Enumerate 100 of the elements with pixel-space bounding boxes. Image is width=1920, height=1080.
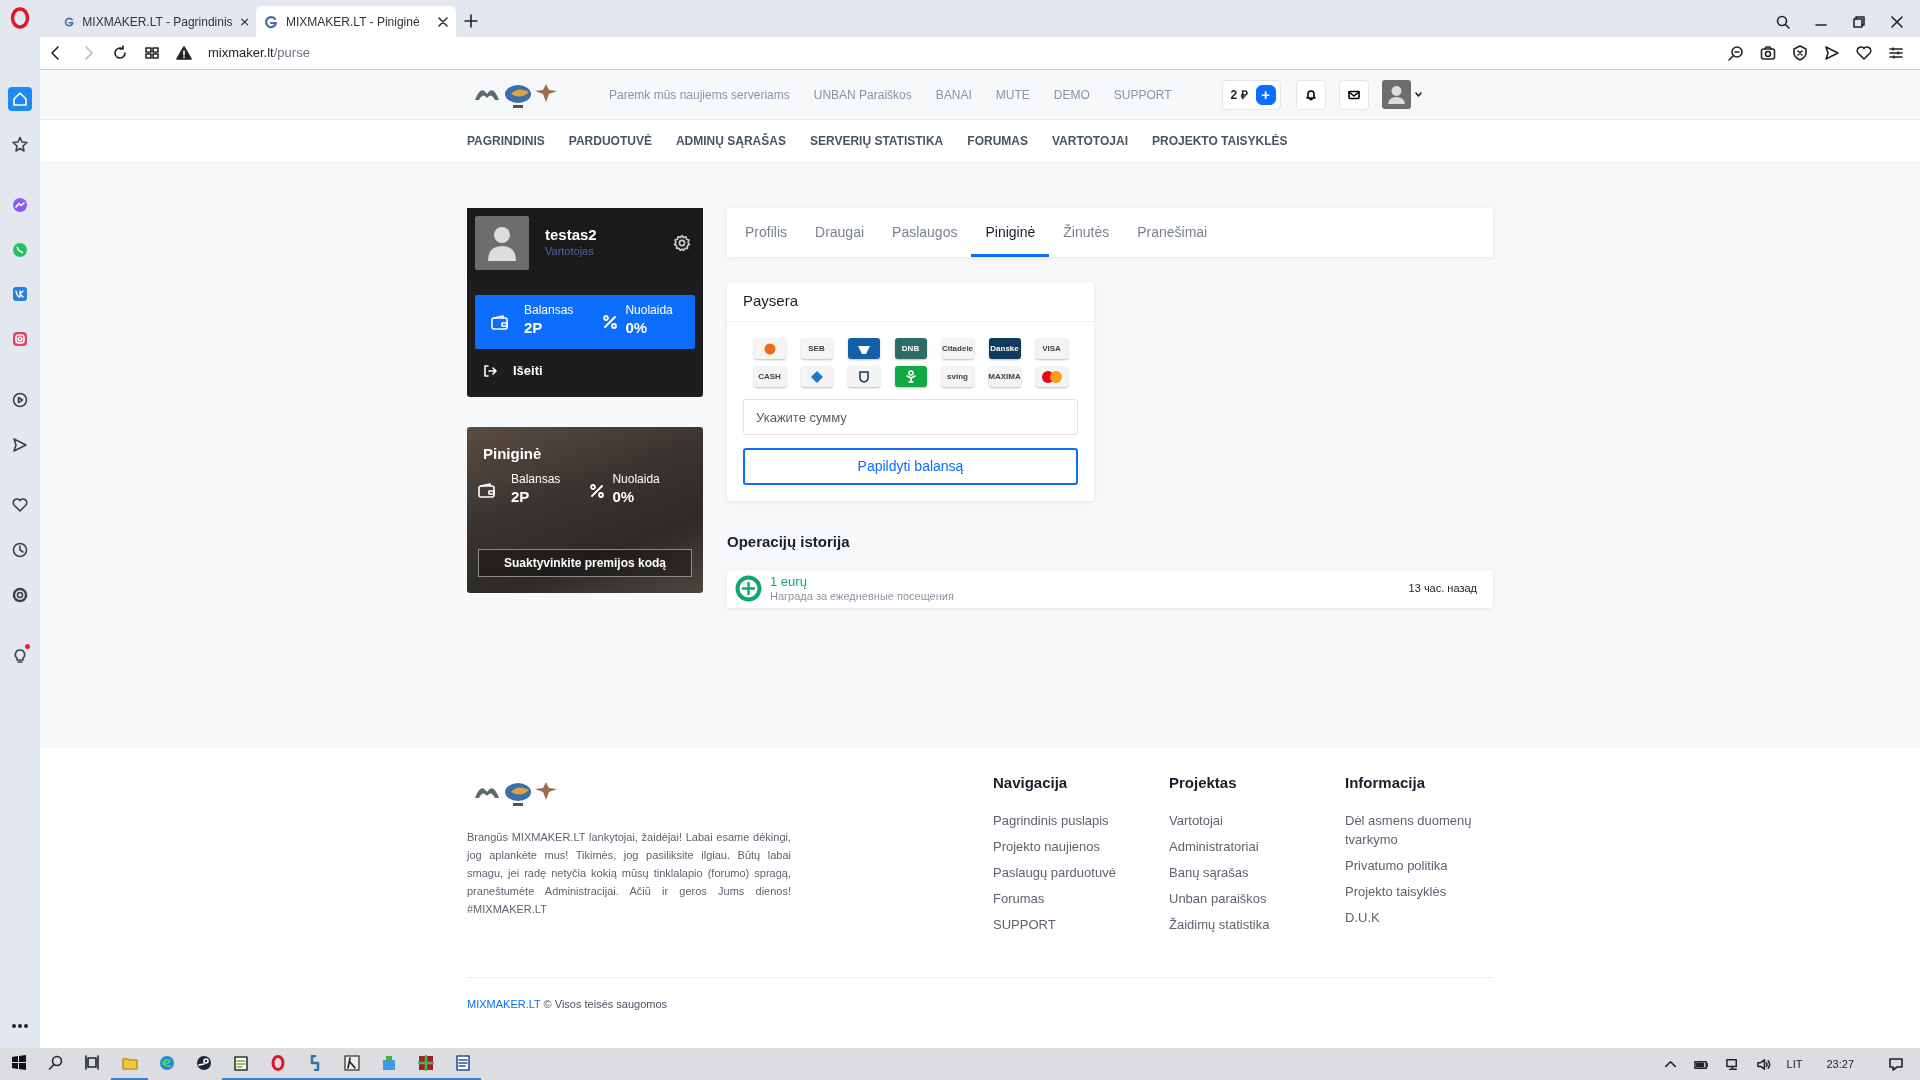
discount-value: 0%: [612, 487, 636, 508]
task-view-icon: [84, 1055, 101, 1071]
close-icon[interactable]: [1890, 15, 1904, 29]
promo-code-button[interactable]: Suaktyvinkite premijos kodą: [478, 548, 692, 577]
network-icon[interactable]: [1724, 1056, 1740, 1072]
payment-method-logo[interactable]: DNB: [894, 338, 927, 359]
footer-link[interactable]: Privatumo politika: [1345, 855, 1521, 875]
nav-link[interactable]: PROJEKTO TAISYKLĖS: [1152, 132, 1288, 150]
wallet-icon: [491, 314, 508, 330]
copyright-link[interactable]: MIXMAKER.LT: [467, 997, 541, 1010]
payment-method-logo[interactable]: [1035, 366, 1068, 387]
profile-tab[interactable]: Paslaugos: [878, 208, 972, 257]
footer-heading: Projektas: [1169, 773, 1238, 793]
camera-icon[interactable]: [1760, 45, 1776, 61]
notification-dot: [25, 644, 30, 649]
notifications-button[interactable]: [1295, 79, 1326, 110]
heart-icon[interactable]: [1856, 45, 1872, 61]
zoom-out-icon[interactable]: [1728, 45, 1744, 61]
profile-tab[interactable]: Profilis: [731, 208, 801, 257]
chat-bubble-icon: [12, 242, 28, 258]
footer-link[interactable]: Projekto taisyklės: [1345, 881, 1521, 901]
payment-method-logo[interactable]: [753, 338, 786, 359]
footer-link[interactable]: Vartotojai: [1169, 810, 1345, 830]
nav-link[interactable]: PARDUOTUVĖ: [568, 132, 652, 150]
folder-icon: [121, 1055, 138, 1071]
payment-method-logo[interactable]: [847, 366, 880, 387]
home-icon: [12, 91, 28, 107]
star-icon: [12, 136, 28, 152]
reload-icon[interactable]: [112, 45, 128, 61]
warning-icon: [176, 45, 192, 61]
payment-method-logo[interactable]: VISA: [1035, 338, 1068, 359]
add-funds-button[interactable]: +: [1255, 84, 1276, 105]
wallet-title: Piniginė: [483, 443, 543, 464]
amount-input[interactable]: Укажите сумму: [743, 399, 1078, 435]
new-tab-icon[interactable]: [464, 14, 478, 28]
notification-icon[interactable]: [1888, 1056, 1904, 1072]
profile-tab[interactable]: Draugai: [801, 208, 879, 257]
grid-icon[interactable]: [144, 45, 160, 61]
restore-icon[interactable]: [1852, 15, 1866, 29]
nav-link[interactable]: PAGRINDINIS: [467, 132, 545, 150]
clock-time[interactable]: 23:27: [1826, 1055, 1854, 1073]
top-up-button[interactable]: Papildyti balansą: [743, 448, 1078, 485]
payment-method-logo[interactable]: Citadele: [941, 338, 974, 359]
close-icon[interactable]: [438, 16, 448, 27]
volume-icon[interactable]: [1755, 1056, 1771, 1072]
footer-link[interactable]: Dėl asmens duomenų tvarkymo: [1345, 810, 1521, 849]
footer-link[interactable]: Projekto naujienos: [993, 836, 1169, 856]
vk-icon: [12, 286, 28, 302]
username: testas2: [545, 226, 598, 243]
search-icon[interactable]: [1776, 15, 1790, 29]
profile-tab[interactable]: Pranešimai: [1123, 208, 1222, 257]
footer-link[interactable]: Paslaugų parduotuvė: [993, 862, 1169, 882]
footer-link[interactable]: Pagrindinis puslapis: [993, 810, 1169, 830]
card-circles-icon: [1040, 369, 1063, 384]
edge-icon: [158, 1055, 175, 1071]
footer-link[interactable]: D.U.K: [1345, 907, 1521, 927]
heart-icon: [12, 497, 28, 513]
archive-icon: [417, 1055, 434, 1071]
messages-button[interactable]: [1338, 79, 1369, 110]
footer-link[interactable]: Administratoriai: [1169, 836, 1345, 856]
footer-link[interactable]: Unban paraiškos: [1169, 888, 1345, 908]
sidebar-item[interactable]: [8, 87, 32, 111]
shield-icon[interactable]: [1792, 45, 1808, 61]
nav-link[interactable]: FORUMAS: [967, 132, 1028, 150]
history-title: Operacijų istorija: [727, 532, 851, 552]
payment-method-logo[interactable]: [800, 366, 833, 387]
send-icon[interactable]: [1824, 45, 1840, 61]
installer-icon: [380, 1055, 397, 1071]
payment-method-logo[interactable]: [847, 338, 880, 359]
footer-link[interactable]: Forumas: [993, 888, 1169, 908]
payment-title: Paysera: [727, 282, 1094, 322]
keyboard-language[interactable]: LIT: [1786, 1055, 1803, 1073]
payment-method-logo[interactable]: sving: [941, 366, 974, 387]
profile-tab[interactable]: Piniginė: [971, 208, 1050, 257]
profile-tab[interactable]: Žinutės: [1049, 208, 1124, 257]
browser-logo-icon: [10, 7, 30, 29]
percent-icon: [603, 315, 618, 329]
nav-link[interactable]: SERVERIŲ STATISTIKA: [809, 132, 944, 150]
payment-method-logo[interactable]: [894, 366, 927, 387]
logout-link[interactable]: Išeiti: [467, 357, 703, 397]
caret-icon: [1414, 92, 1422, 97]
nav-link[interactable]: ADMINŲ SĄRAŠAS: [675, 132, 786, 150]
user-menu[interactable]: [1381, 80, 1422, 109]
payment-method-logo[interactable]: SEB: [800, 338, 833, 359]
circle-logo-icon: [763, 342, 776, 355]
clock-icon: [12, 542, 28, 558]
browser-tab[interactable]: MIXMAKER.LT - Pagrindinis: [56, 6, 256, 37]
plus-circle-icon: [735, 575, 762, 602]
footer-link[interactable]: Žaidimų statistika: [1169, 914, 1345, 934]
transaction-description: Награда за ежедневные посещения: [770, 589, 955, 602]
close-icon[interactable]: [240, 16, 248, 27]
footer-link[interactable]: SUPPORT: [993, 914, 1169, 934]
footer-heading: Informacija: [1345, 773, 1427, 793]
payment-method-logo[interactable]: CASH: [753, 366, 786, 387]
url-field[interactable]: mixmaker.lt/purse: [208, 43, 310, 63]
payment-method-logo[interactable]: MAXIMA: [988, 366, 1021, 387]
browser-tab[interactable]: MIXMAKER.LT - Piniginė: [256, 6, 456, 37]
payment-method-logo[interactable]: Danske: [988, 338, 1021, 359]
nav-link[interactable]: VARTOTOJAI: [1051, 132, 1128, 150]
footer-link[interactable]: Banų sąrašas: [1169, 862, 1345, 882]
